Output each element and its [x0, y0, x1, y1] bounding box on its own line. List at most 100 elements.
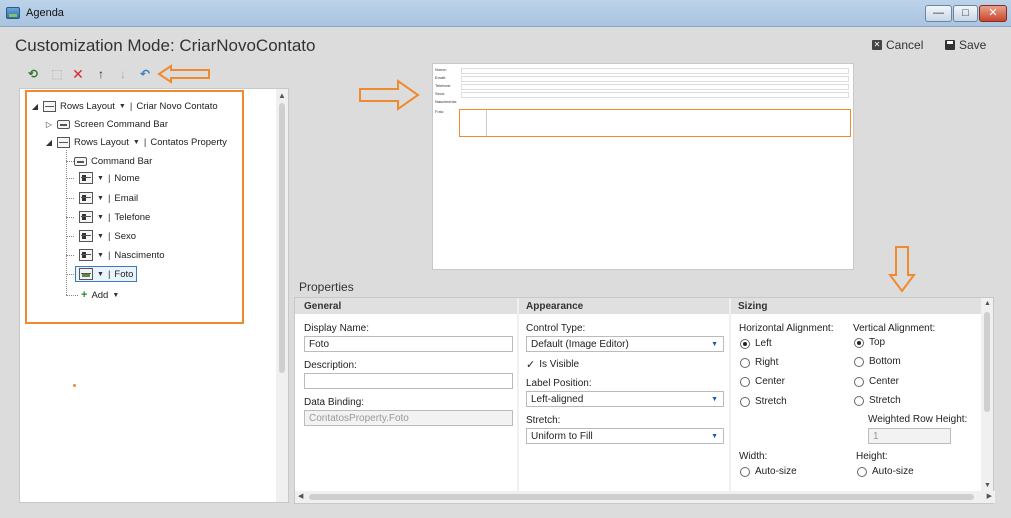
tree-item-email[interactable]: ▼ | Email	[79, 190, 138, 206]
command-bar-icon	[57, 119, 70, 129]
preview-row: Nascimento:	[435, 99, 458, 104]
horizontal-alignment-label: Horizontal Alignment:	[739, 323, 834, 334]
tree-connector	[66, 217, 74, 218]
tree-item-contatos[interactable]: ◢ Rows Layout ▼ | Contatos Property	[45, 134, 227, 150]
minimize-button[interactable]: —	[925, 5, 952, 22]
display-name-field[interactable]: Foto	[304, 336, 513, 352]
tree-item-screen-command-bar[interactable]: ▷ Screen Command Bar	[45, 116, 168, 132]
chevron-down-icon[interactable]: ▼	[97, 175, 104, 182]
scroll-thumb[interactable]	[309, 494, 974, 500]
properties-vertical-scrollbar[interactable]: ▲ ▼	[981, 298, 993, 491]
chevron-down-icon[interactable]: ▼	[97, 252, 104, 259]
weighted-row-height-field: 1	[868, 428, 951, 444]
appearance-heading: Appearance	[526, 301, 584, 312]
tree-item-foto[interactable]: ▼ | Foto	[75, 266, 138, 282]
height-auto-size-radio[interactable]: Auto-size	[857, 466, 914, 477]
control-type-select[interactable]: Default (Image Editor) ▼	[526, 336, 724, 352]
v-align-stretch-radio[interactable]: Stretch	[854, 395, 901, 406]
properties-horizontal-scrollbar[interactable]: ◀ ▶	[295, 491, 995, 503]
scroll-down-icon[interactable]: ▼	[984, 482, 991, 489]
chevron-down-icon[interactable]: ▼	[119, 103, 126, 110]
tree-connector	[66, 161, 74, 162]
expand-icon[interactable]: ▷	[45, 120, 53, 129]
text-control-icon	[79, 172, 93, 184]
preview-row: Email:	[435, 75, 849, 83]
scroll-left-icon[interactable]: ◀	[298, 492, 303, 500]
tree-item-nascimento[interactable]: ▼ | Nascimento	[79, 247, 165, 263]
move-down-icon[interactable]: ↓	[116, 67, 130, 81]
h-align-center-radio[interactable]: Center	[740, 376, 785, 387]
preview-photo-field[interactable]	[459, 109, 851, 137]
collapse-icon[interactable]: ◢	[31, 102, 39, 111]
chevron-down-icon[interactable]: ▼	[133, 139, 140, 146]
sizing-heading: Sizing	[738, 301, 768, 312]
v-align-bottom-radio[interactable]: Bottom	[854, 356, 901, 367]
chevron-down-icon[interactable]: ▼	[97, 214, 104, 221]
save-button[interactable]: Save	[945, 38, 986, 52]
scroll-up-icon[interactable]: ▲	[278, 91, 286, 100]
stretch-select[interactable]: Uniform to Fill ▼	[526, 428, 724, 444]
close-button[interactable]: ✕	[979, 5, 1007, 22]
move-up-icon[interactable]: ↑	[94, 67, 108, 81]
scroll-thumb[interactable]	[279, 103, 285, 373]
undo-icon[interactable]: ↶	[138, 67, 152, 81]
stretch-label: Stretch:	[526, 415, 561, 426]
tree-connector	[66, 178, 74, 179]
window-title: Agenda	[26, 7, 64, 19]
choice-control-icon	[79, 230, 93, 242]
tree-item-sexo[interactable]: ▼ | Sexo	[79, 228, 136, 244]
description-field[interactable]	[304, 373, 513, 389]
tree-item-label: Screen Command Bar	[74, 118, 168, 130]
is-visible-checkbox[interactable]: ✓ Is Visible	[526, 358, 579, 371]
rows-layout-icon	[57, 136, 70, 148]
v-align-center-radio[interactable]: Center	[854, 376, 899, 387]
delete-icon[interactable]: ✕	[71, 67, 85, 81]
image-control-icon	[79, 268, 93, 280]
chevron-down-icon: ▼	[711, 396, 718, 403]
scroll-up-icon[interactable]: ▲	[984, 300, 991, 307]
add-icon[interactable]: ⟲	[26, 67, 40, 81]
chevron-down-icon: ▼	[711, 341, 718, 348]
tree-item-root[interactable]: ◢ Rows Layout ▼ | Criar Novo Contato	[31, 98, 218, 114]
annotation-arrow-down-icon	[888, 246, 916, 293]
plus-icon: +	[81, 289, 88, 301]
column-divider	[729, 298, 731, 503]
h-align-stretch-radio[interactable]: Stretch	[740, 396, 787, 407]
h-align-right-radio[interactable]: Right	[740, 357, 778, 368]
v-align-top-radio[interactable]: Top	[854, 337, 885, 348]
chevron-down-icon[interactable]: ▼	[97, 233, 104, 240]
cancel-button[interactable]: ✕ Cancel	[872, 38, 923, 52]
chevron-down-icon[interactable]: ▼	[112, 292, 119, 299]
save-label: Save	[959, 38, 987, 52]
command-bar-icon	[74, 156, 87, 166]
label-position-select[interactable]: Left-aligned ▼	[526, 391, 724, 407]
control-type-label: Control Type:	[526, 323, 586, 334]
tree-item-nome[interactable]: ▼ | Nome	[79, 170, 140, 186]
tree-item-telefone[interactable]: ▼ | Telefone	[79, 209, 150, 225]
chevron-down-icon[interactable]: ▼	[97, 271, 104, 278]
preview-row: Telefone:	[435, 83, 849, 91]
display-name-label: Display Name:	[304, 323, 370, 334]
tree-connector	[66, 295, 78, 296]
maximize-button[interactable]: □	[953, 5, 978, 22]
cancel-icon: ✕	[872, 40, 882, 50]
copy-icon[interactable]: ⬚	[50, 67, 64, 81]
width-auto-size-radio[interactable]: Auto-size	[740, 466, 797, 477]
data-binding-label: Data Binding:	[304, 397, 365, 408]
scroll-right-icon[interactable]: ▶	[987, 492, 992, 500]
tree-scrollbar[interactable]: ▲	[276, 89, 288, 502]
add-button[interactable]: + Add ▼	[81, 287, 119, 303]
scroll-thumb[interactable]	[984, 312, 990, 412]
tree-item-label: Command Bar	[91, 155, 153, 167]
chevron-down-icon[interactable]: ▼	[97, 195, 104, 202]
add-label: Add	[91, 289, 109, 301]
control-type-value: Default (Image Editor)	[531, 339, 629, 350]
h-align-left-radio[interactable]: Left	[740, 338, 772, 349]
collapse-icon[interactable]: ◢	[45, 138, 53, 147]
tree-item-command-bar[interactable]: Command Bar	[74, 153, 152, 169]
properties-header: General Appearance Sizing	[295, 298, 981, 314]
properties-panel: General Appearance Sizing Display Name: …	[294, 297, 995, 504]
weighted-row-height-label: Weighted Row Height:	[868, 414, 968, 425]
screen-preview[interactable]: Nome: Email: Telefone: Sexo: Nascimento:…	[432, 63, 854, 270]
annotation-arrow-left-icon	[157, 64, 210, 84]
